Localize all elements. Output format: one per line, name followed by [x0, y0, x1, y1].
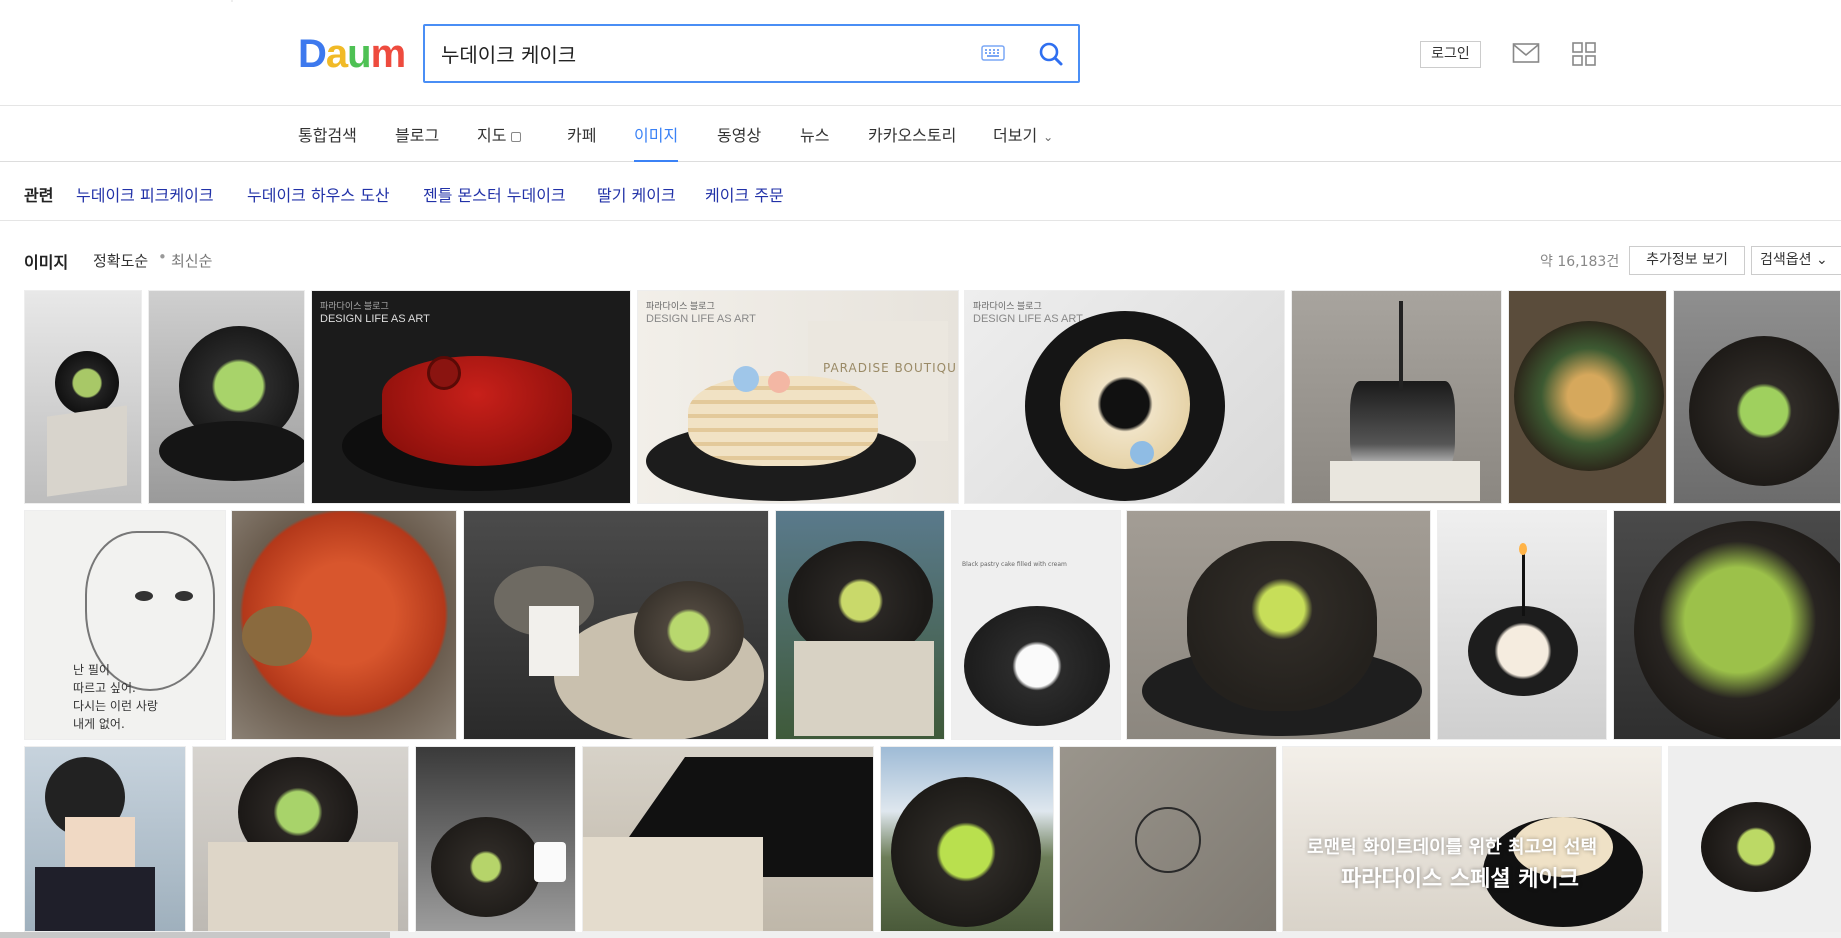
menu-text: Black pastry cake filled with cream [962, 561, 1067, 568]
image-result[interactable] [1673, 290, 1841, 504]
image-result[interactable] [463, 510, 769, 740]
image-result[interactable] [1508, 290, 1667, 504]
manga-text-line: 다시는 이런 사랑 [73, 699, 158, 713]
image-result[interactable] [1668, 746, 1841, 932]
image-result[interactable]: 로맨틱 화이트데이를 위한 최고의 선택 파라다이스 스페셜 케이크 [1282, 746, 1662, 932]
related-item[interactable]: 젠틀 몬스터 누데이크 [423, 182, 566, 206]
image-result[interactable]: 난 필이 따르고 싶어. 다시는 이런 사랑 내게 없어. [24, 510, 226, 740]
image-result[interactable] [231, 510, 457, 740]
image-result[interactable] [415, 746, 576, 932]
image-result[interactable] [24, 290, 142, 504]
search-options-button[interactable]: 검색옵션 ⌄ [1751, 246, 1841, 275]
search-box [423, 24, 1080, 83]
keyboard-icon[interactable] [981, 44, 1005, 62]
related-item[interactable]: 누데이크 피크케이크 [76, 182, 214, 206]
result-bar: 이미지 정확도순 • 최신순 약 16,183건 추가정보 보기 검색옵션 ⌄ [0, 221, 1841, 277]
tab-blog[interactable]: 블로그 [395, 122, 439, 162]
tab-image[interactable]: 이미지 [634, 122, 679, 162]
logo-letter-m: m [370, 32, 407, 76]
image-caption: DESIGN LIFE AS ART [646, 313, 756, 325]
result-count: 약 16,183건 [1540, 254, 1620, 270]
daum-logo[interactable]: Daum [298, 32, 407, 76]
login-button[interactable]: 로그인 [1420, 41, 1481, 68]
tab-more[interactable]: 더보기 ⌄ [993, 122, 1053, 162]
related-item[interactable]: 누데이크 하우스 도산 [247, 182, 390, 206]
sort-accuracy-link[interactable]: 정확도순 [93, 250, 148, 271]
map-box-icon [511, 131, 522, 142]
tab-label: 뉴스 [800, 126, 830, 145]
logo-letter-a: a [325, 32, 348, 76]
image-result[interactable] [1613, 510, 1841, 740]
tab-integrated[interactable]: 통합검색 [298, 122, 357, 162]
page: Daum 로그인 [0, 0, 1841, 938]
tab-label: 카페 [567, 126, 597, 145]
image-result[interactable] [582, 746, 874, 932]
image-result[interactable] [880, 746, 1054, 932]
sort-separator: • [158, 248, 167, 266]
tab-kakaostory[interactable]: 카카오스토리 [868, 122, 956, 162]
image-result[interactable]: 파라다이스 블로그 DESIGN LIFE AS ART [311, 290, 631, 504]
boutique-text: PARADISE BOUTIQUE [823, 361, 959, 375]
search-options-label: 검색옵션 [1760, 252, 1812, 268]
image-result[interactable] [24, 746, 186, 932]
image-caption: 파라다이스 블로그 [646, 301, 715, 311]
mail-icon[interactable] [1512, 42, 1540, 64]
image-result[interactable]: 파라다이스 블로그 DESIGN LIFE AS ART PARADISE BO… [637, 290, 959, 504]
horizontal-scrollbar[interactable] [0, 932, 1841, 938]
manga-text-line: 따르고 싶어. [73, 681, 136, 695]
video-caption-line: 파라다이스 스페셜 케이크 [1341, 867, 1579, 892]
manga-text-line: 내게 없어. [73, 717, 125, 731]
apps-grid-icon[interactable] [1572, 42, 1596, 66]
related-title: 관련 [24, 186, 54, 205]
tab-label: 블로그 [395, 126, 440, 145]
related-searches: 관련 누데이크 피크케이크 누데이크 하우스 도산 젠틀 몬스터 누데이크 딸기… [0, 162, 1841, 221]
image-result[interactable] [1437, 510, 1607, 740]
manga-text-line: 난 필이 [73, 663, 110, 677]
tab-label: 더보기 [993, 126, 1038, 145]
search-icon[interactable] [1033, 36, 1069, 72]
image-caption: 파라다이스 블로그 [973, 301, 1042, 311]
image-result[interactable] [148, 290, 305, 504]
tab-label: 이미지 [634, 126, 679, 145]
tab-label: 통합검색 [298, 126, 357, 145]
image-caption: 파라다이스 블로그 [320, 301, 389, 311]
more-info-button[interactable]: 추가정보 보기 [1629, 246, 1745, 275]
image-result[interactable] [231, 0, 233, 2]
image-result[interactable] [192, 746, 409, 932]
tab-label: 지도 [477, 126, 507, 145]
tab-news[interactable]: 뉴스 [800, 122, 829, 162]
image-result[interactable]: 파라다이스 블로그 DESIGN LIFE AS ART [964, 290, 1285, 504]
tab-label: 동영상 [717, 126, 762, 145]
image-caption: DESIGN LIFE AS ART [320, 313, 430, 325]
tab-video[interactable]: 동영상 [717, 122, 761, 162]
logo-letter-u: u [347, 32, 371, 76]
logo-letter-d: D [298, 32, 327, 76]
tab-label: 카카오스토리 [868, 126, 957, 145]
scrollbar-thumb[interactable] [0, 932, 390, 938]
chevron-down-icon: ⌄ [1043, 130, 1054, 144]
image-result[interactable] [1291, 290, 1502, 504]
image-result[interactable]: Black pastry cake filled with cream [951, 510, 1121, 740]
image-caption: DESIGN LIFE AS ART [973, 313, 1083, 325]
search-tabs: 통합검색 블로그 지도 카페 이미지 동영상 뉴스 카카오스토리 더보기 ⌄ [0, 106, 1841, 162]
tab-map[interactable]: 지도 [477, 122, 522, 162]
sort-latest-link[interactable]: 최신순 [171, 250, 212, 271]
video-caption-line: 로맨틱 화이트데이를 위한 최고의 선택 [1307, 837, 1598, 858]
related-item[interactable]: 딸기 케이크 [597, 182, 676, 206]
header: Daum 로그인 [0, 0, 1841, 106]
image-result[interactable] [1059, 746, 1277, 932]
section-title: 이미지 [24, 253, 69, 272]
tab-cafe[interactable]: 카페 [567, 122, 596, 162]
image-result[interactable] [775, 510, 945, 740]
image-result[interactable] [1126, 510, 1431, 740]
related-item[interactable]: 케이크 주문 [705, 182, 784, 206]
search-input[interactable] [441, 26, 961, 81]
chevron-down-icon: ⌄ [1811, 252, 1828, 268]
